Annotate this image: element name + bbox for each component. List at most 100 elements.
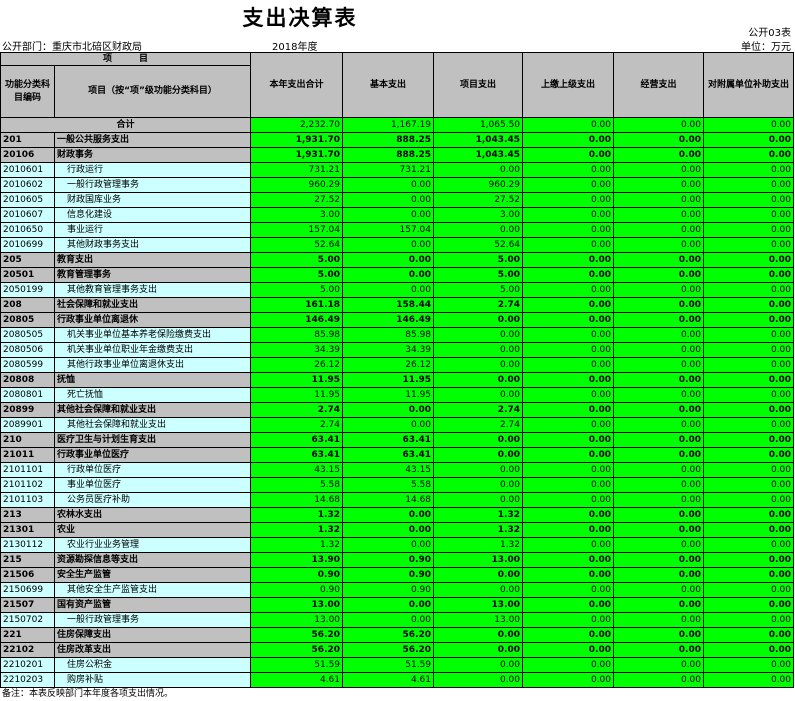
cell-value: 0.00: [342, 597, 435, 613]
cell-value: 0.00: [433, 642, 524, 658]
cell-value: 0.00: [433, 312, 524, 328]
cell-value: 11.95: [342, 372, 435, 388]
cell-value: 51.59: [250, 657, 344, 673]
cell-value: 960.29: [250, 177, 344, 193]
cell-value: 51.59: [342, 657, 435, 673]
cell-value: 0.00: [613, 447, 705, 463]
cell-value: 0.00: [703, 297, 795, 313]
cell-value: 5.00: [433, 267, 524, 283]
cell-value: 0.00: [522, 252, 615, 268]
cell-code: 2150702: [0, 612, 55, 628]
cell-value: 0.00: [522, 552, 615, 568]
cell-code: 2089901: [0, 417, 55, 433]
table-row: 215 资源勘探信息等支出 13.90 0.90 13.00 0.00 0.00 0.00: [0, 552, 795, 568]
cell-value: 0.00: [613, 117, 705, 133]
table-row: 21507 国有资产监管 13.00 0.00 13.00 0.00 0.00 0.00: [0, 597, 795, 613]
table-row: 205 教育支出 5.00 0.00 5.00 0.00 0.00 0.00: [0, 252, 795, 268]
cell-value: 0.00: [613, 357, 705, 373]
cell-value: 0.00: [613, 162, 705, 178]
cell-value: 2.74: [250, 402, 344, 418]
cell-name: 行政单位医疗: [53, 462, 252, 478]
cell-value: 52.64: [433, 237, 524, 253]
cell-code: 2130112: [0, 537, 55, 553]
table-row: 2080599 其他行政事业单位离退休支出 26.12 26.12 0.00 0.00 0.…: [0, 357, 795, 373]
code-header: 功能分类科目编码: [0, 65, 55, 118]
cell-value: 26.12: [250, 357, 344, 373]
cell-value: 157.04: [250, 222, 344, 238]
cell-value: 0.00: [703, 402, 795, 418]
cell-code: 2080505: [0, 327, 55, 343]
cell-value: 5.00: [250, 252, 344, 268]
cell-value: 0.00: [613, 147, 705, 163]
cell-value: 0.00: [613, 327, 705, 343]
cell-name: 住房改革支出: [53, 642, 252, 658]
table-row: 20106 财政事务 1,931.70 888.25 1,043.45 0.00 0.00 0…: [0, 147, 795, 163]
cell-name: 其他社会保障和就业支出: [53, 417, 252, 433]
cell-name: 其他行政事业单位离退休支出: [53, 357, 252, 373]
cell-value: 0.00: [703, 582, 795, 598]
cell-name: 行政事业单位离退休: [53, 312, 252, 328]
cell-value: 0.00: [433, 162, 524, 178]
cell-value: 0.00: [613, 552, 705, 568]
total-label: 合计: [0, 117, 252, 133]
cell-value: 34.39: [250, 342, 344, 358]
cell-value: 0.00: [342, 267, 435, 283]
table-row: 2010650 事业运行 157.04 157.04 0.00 0.00 0.00 0.00: [0, 222, 795, 238]
cell-value: 0.00: [522, 147, 615, 163]
cell-name: 死亡抚恤: [53, 387, 252, 403]
cell-value: 960.29: [433, 177, 524, 193]
cell-name: 安全生产监管: [53, 567, 252, 583]
cell-value: 0.00: [613, 297, 705, 313]
cell-name: 医疗卫生与计划生育支出: [53, 432, 252, 448]
table-row: 2210201 住房公积金 51.59 51.59 0.00 0.00 0.00 0.00: [0, 657, 795, 673]
cell-code: 22102: [0, 642, 55, 658]
cell-value: 1.32: [433, 522, 524, 538]
cell-value: 0.00: [703, 162, 795, 178]
cell-name: 公务员医疗补助: [53, 492, 252, 508]
remit-header: 上缴上级支出: [522, 52, 615, 118]
cell-name: 其他社会保障和就业支出: [53, 402, 252, 418]
cell-value: 0.00: [703, 477, 795, 493]
cell-value: 0.00: [342, 417, 435, 433]
cell-name: 事业单位医疗: [53, 477, 252, 493]
cell-value: 5.58: [250, 477, 344, 493]
cell-value: 0.00: [522, 267, 615, 283]
cell-value: 1,931.70: [250, 147, 344, 163]
cell-value: 158.44: [342, 297, 435, 313]
cell-value: 0.00: [703, 507, 795, 523]
cell-value: 52.64: [250, 237, 344, 253]
cell-value: 0.00: [433, 567, 524, 583]
cell-value: 0.00: [433, 582, 524, 598]
cell-name: 信息化建设: [53, 207, 252, 223]
cell-value: 2,232.70: [250, 117, 344, 133]
cell-value: 56.20: [250, 642, 344, 658]
cell-code: 2010650: [0, 222, 55, 238]
cell-value: 1.32: [433, 537, 524, 553]
cell-value: 0.00: [522, 672, 615, 688]
cell-code: 2010605: [0, 192, 55, 208]
cell-value: 14.68: [250, 492, 344, 508]
cell-value: 0.00: [703, 492, 795, 508]
cell-value: 0.90: [342, 552, 435, 568]
cell-value: 0.00: [433, 672, 524, 688]
cell-value: 0.00: [522, 522, 615, 538]
cell-value: 27.52: [250, 192, 344, 208]
cell-value: 0.00: [522, 492, 615, 508]
cell-value: 0.00: [703, 282, 795, 298]
cell-value: 11.95: [250, 372, 344, 388]
cell-value: 1,043.45: [433, 147, 524, 163]
cell-value: 0.00: [522, 222, 615, 238]
cell-value: 1.32: [250, 522, 344, 538]
table-row: 2080801 死亡抚恤 11.95 11.95 0.00 0.00 0.00 0.00: [0, 387, 795, 403]
cell-value: 0.00: [613, 582, 705, 598]
cell-value: 0.00: [613, 657, 705, 673]
table-row: 20501 教育管理事务 5.00 0.00 5.00 0.00 0.00 0.00: [0, 267, 795, 283]
cell-value: 0.00: [522, 357, 615, 373]
table-row: 2010699 其他财政事务支出 52.64 0.00 52.64 0.00 0.00 0.0…: [0, 237, 795, 253]
name-header: 项目（按“项”级功能分类科目）: [53, 65, 252, 118]
cell-value: 146.49: [342, 312, 435, 328]
cell-name: 住房公积金: [53, 657, 252, 673]
cell-value: 888.25: [342, 147, 435, 163]
cell-code: 205: [0, 252, 55, 268]
cell-value: 0.00: [703, 207, 795, 223]
